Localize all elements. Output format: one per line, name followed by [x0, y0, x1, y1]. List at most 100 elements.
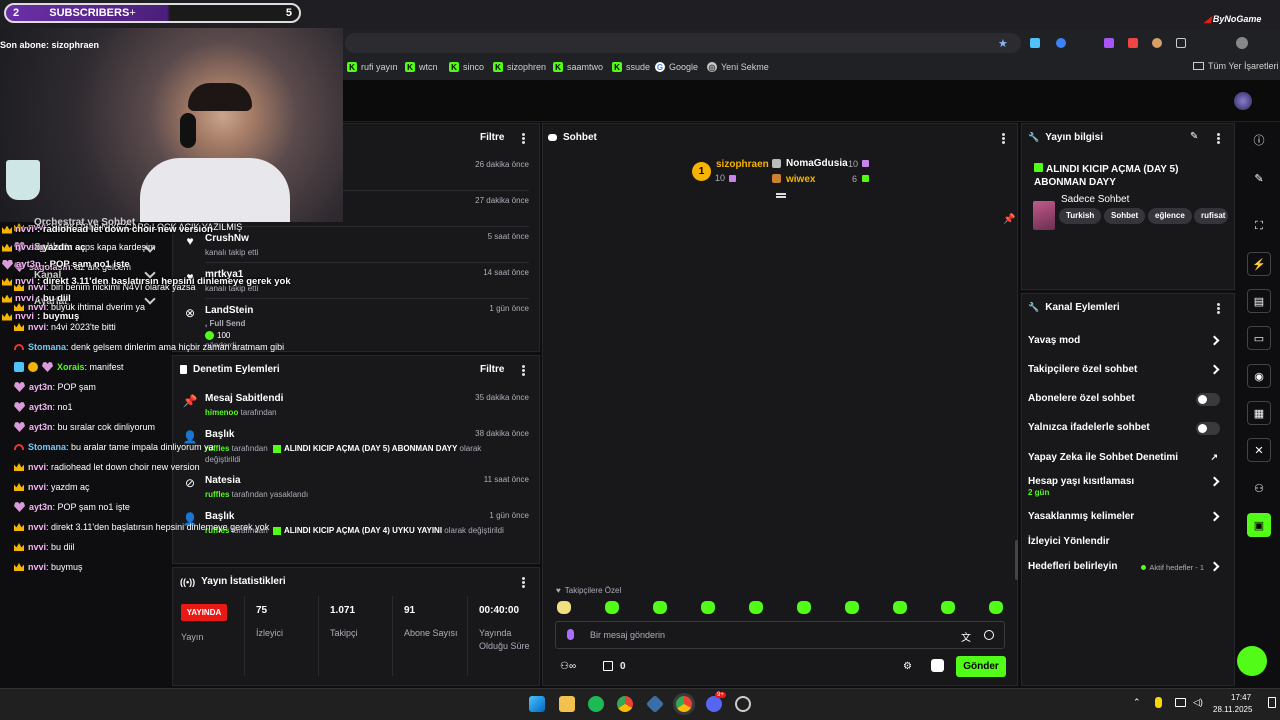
toggle-switch[interactable] [1196, 422, 1220, 435]
stats-more-icon[interactable] [522, 577, 525, 588]
extension-icon[interactable] [1128, 38, 1138, 48]
mod-tools-icon[interactable] [931, 659, 944, 672]
app-icon[interactable]: ▣ [1247, 513, 1271, 537]
notification-icon[interactable] [1268, 697, 1276, 708]
emote-icon[interactable] [845, 601, 859, 614]
channel-action-row[interactable]: Abonelere özel sohbet [1028, 393, 1228, 407]
start-windows-icon[interactable] [529, 696, 545, 712]
extension-icon[interactable] [1030, 38, 1040, 48]
channel-action-row[interactable]: Yapay Zeka ile Sohbet Denetimi ↗ [1028, 452, 1228, 466]
profile-avatar[interactable] [1236, 37, 1248, 49]
notes-icon[interactable]: ▤ [1247, 289, 1271, 313]
bookmark-item[interactable]: Kwtcn [405, 61, 438, 73]
emote-icon[interactable] [989, 601, 1003, 614]
category-name[interactable]: Sadece Sohbet [1061, 194, 1129, 205]
chat-username[interactable]: nvvi [28, 322, 46, 332]
channel-action-row[interactable]: Yasaklanmış kelimeler [1028, 511, 1228, 525]
emote-icon[interactable] [605, 601, 619, 614]
settings-gear-icon[interactable]: ⚙ [903, 661, 912, 672]
chat-username[interactable]: ayt3n [29, 382, 53, 392]
lightning-icon[interactable]: ⚡ [1247, 252, 1271, 276]
channel-action-row[interactable]: İzleyici Yönlendir [1028, 536, 1228, 550]
help-headset-icon[interactable] [1237, 646, 1267, 676]
bookmark-item[interactable]: Ksinco [449, 61, 484, 73]
crop-icon[interactable]: ⛶ [1247, 214, 1271, 238]
bookmark-item[interactable]: G Google [655, 61, 698, 73]
tray-network-icon[interactable] [1175, 698, 1186, 707]
stream-tag[interactable]: Turkish [1059, 208, 1102, 224]
chat-username[interactable]: nvvi [28, 562, 46, 572]
activity-more-icon[interactable] [522, 133, 525, 144]
discord-icon[interactable] [706, 696, 722, 712]
emote-icon[interactable] [557, 601, 571, 614]
bookmark-item[interactable]: Krufi yayın [347, 61, 398, 73]
emote-icon[interactable] [893, 601, 907, 614]
channel-actions-more-icon[interactable] [1217, 303, 1220, 314]
translate-icon[interactable]: 文 [961, 629, 971, 644]
chrome-icon[interactable] [617, 696, 633, 712]
chat-username[interactable]: nvvi [28, 542, 46, 552]
stream-tag[interactable]: Sohbet [1104, 208, 1146, 224]
community-icon[interactable]: ⚇∞ [560, 661, 576, 672]
stream-tag[interactable]: eğlence [1148, 208, 1192, 224]
emote-icon[interactable] [749, 601, 763, 614]
emoji-icon[interactable] [984, 630, 994, 640]
chat-username[interactable]: Stomana [28, 442, 66, 452]
bookmark-item[interactable]: ◎ Yeni Sekme [707, 61, 769, 73]
bookmark-item[interactable]: Kssude [612, 61, 650, 73]
leader-1-name[interactable]: sizophraen [716, 159, 769, 170]
edit-pencil-icon[interactable]: ✎ [1190, 131, 1198, 142]
collapse-handle-icon[interactable] [776, 193, 786, 198]
stream-info-more-icon[interactable] [1217, 133, 1220, 144]
extension-icon[interactable] [1104, 38, 1114, 48]
channel-action-row[interactable]: Hesap yaşı kısıtlaması 2 gün [1028, 476, 1228, 497]
stream-tag[interactable]: rufisat [1194, 208, 1228, 224]
chat-scrollbar[interactable] [1015, 540, 1018, 580]
chat-username[interactable]: nvvi [28, 462, 46, 472]
extension-icon[interactable] [1056, 38, 1066, 48]
send-button[interactable]: Gönder [956, 656, 1006, 677]
extensions-puzzle-icon[interactable] [1176, 38, 1186, 48]
community-icon[interactable]: ⚇ [1247, 476, 1271, 500]
leader-3-name[interactable]: wiwex [786, 174, 815, 185]
activity-filter-button[interactable]: Filtre [480, 132, 504, 143]
bookmark-item[interactable]: Ksaamtwo [553, 61, 603, 73]
chat-username[interactable]: Xorais [57, 362, 85, 372]
chat-username[interactable]: ayt3n [29, 402, 53, 412]
moderation-filter-button[interactable]: Filtre [480, 364, 504, 375]
moderation-more-icon[interactable] [522, 365, 525, 376]
tray-chevron-up-icon[interactable]: ⌃ [1133, 697, 1141, 708]
mod-actor[interactable]: himenoo [205, 408, 238, 417]
chat-icon[interactable]: ▭ [1247, 326, 1271, 350]
info-icon[interactable]: ⓘ [1247, 128, 1271, 152]
tray-volume-icon[interactable]: ◁) [1193, 697, 1203, 708]
pin-icon[interactable]: 📌 [1003, 214, 1015, 225]
emote-icon[interactable] [797, 601, 811, 614]
channel-action-row[interactable]: Yavaş mod [1028, 335, 1228, 349]
bookmark-star-icon[interactable]: ★ [998, 37, 1008, 50]
channel-action-row[interactable]: Yalnızca ifadelerle sohbet [1028, 422, 1228, 436]
channel-action-row[interactable]: Hedefleri belirleyin Aktif hedefler - 1 [1028, 561, 1228, 575]
leader-2-name[interactable]: NomaGdusia [786, 158, 848, 169]
user-avatar[interactable] [1234, 92, 1252, 110]
layout-icon[interactable]: ▦ [1247, 401, 1271, 425]
chat-input[interactable]: Bir mesaj gönderin 文 [555, 621, 1005, 649]
clock-time[interactable]: 17:47 [1231, 693, 1251, 702]
channel-action-row[interactable]: Takipçilere özel sohbet [1028, 364, 1228, 378]
tray-mic-icon[interactable] [1155, 697, 1162, 708]
address-bar[interactable] [345, 33, 1021, 53]
all-bookmarks-link[interactable]: Tüm Yer İşaretleri [1193, 61, 1279, 71]
emote-icon[interactable] [653, 601, 667, 614]
tools-icon[interactable]: ✕ [1247, 438, 1271, 462]
broadcast-icon[interactable]: ◉ [1247, 364, 1271, 388]
chat-username[interactable]: ayt3n [29, 422, 53, 432]
chat-username[interactable]: Stomana [28, 342, 66, 352]
chat-username[interactable]: ayt3n [29, 502, 53, 512]
chat-username[interactable]: nvvi [28, 522, 46, 532]
mod-actor[interactable]: ruffles [205, 490, 229, 499]
file-explorer-icon[interactable] [559, 696, 575, 712]
emote-icon[interactable] [941, 601, 955, 614]
chat-more-icon[interactable] [1002, 133, 1005, 144]
bookmark-item[interactable]: Ksizophren [493, 61, 546, 73]
chest-icon[interactable] [603, 661, 613, 671]
